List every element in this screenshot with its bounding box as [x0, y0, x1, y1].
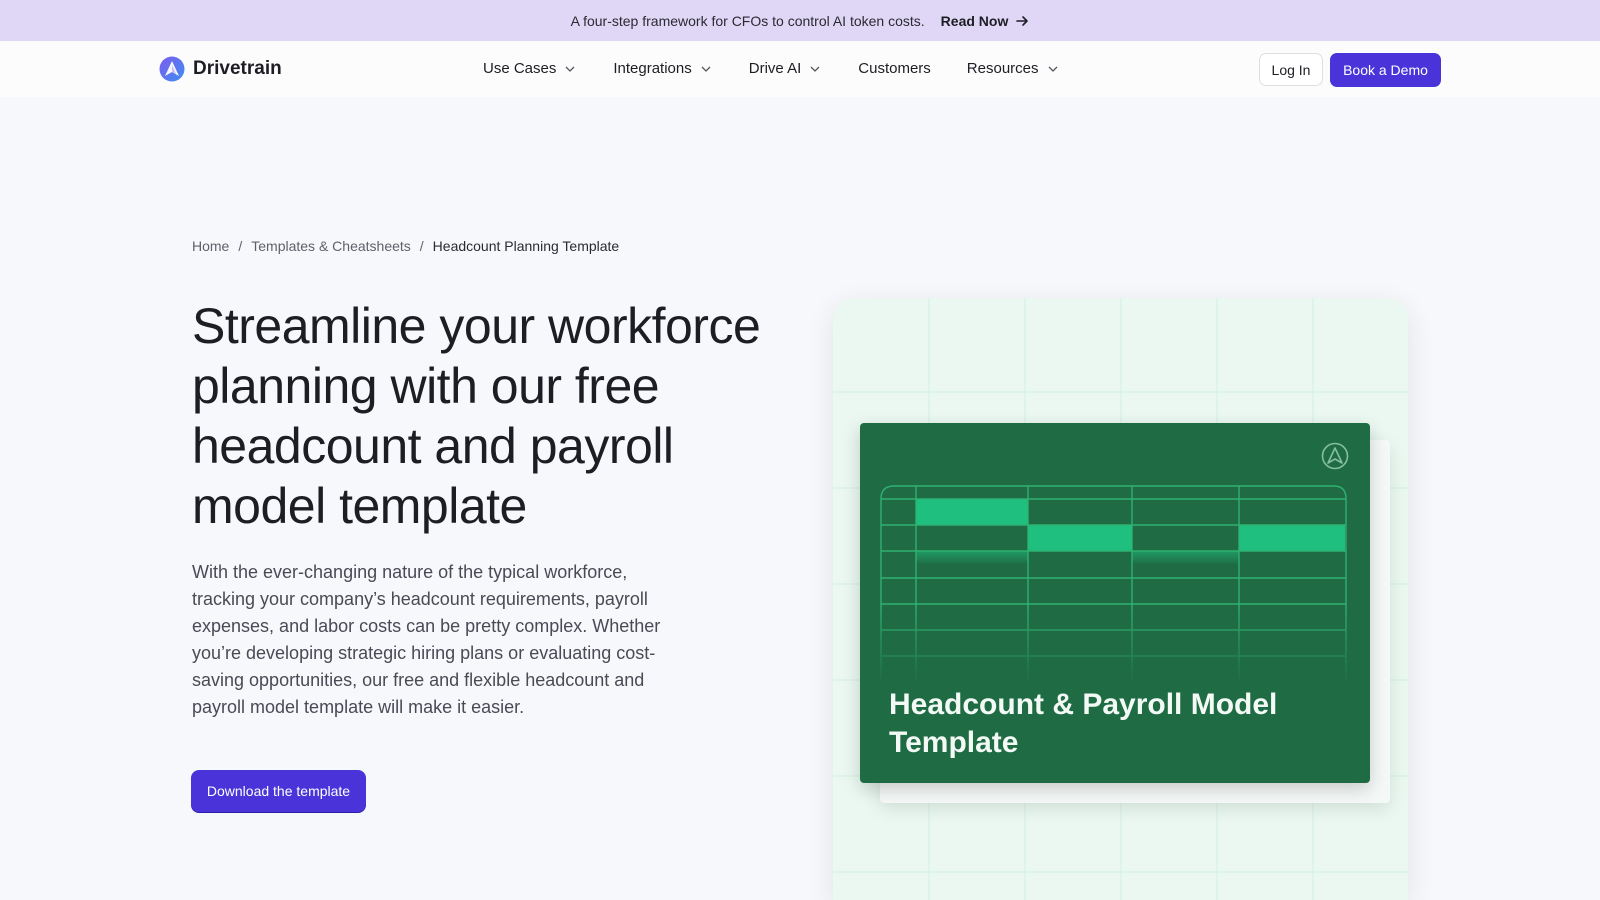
top-navigation: Drivetrain Use Cases Integrations Drive …	[0, 41, 1600, 97]
brand-name: Drivetrain	[193, 58, 282, 79]
arrow-right-icon	[1016, 15, 1029, 26]
login-button[interactable]: Log In	[1259, 53, 1323, 86]
page-title: Streamline your workforce planning with …	[192, 298, 761, 534]
breadcrumb-separator: /	[419, 238, 424, 254]
announcement-text: A four-step framework for CFOs to contro…	[570, 12, 925, 29]
menu-label: Resources	[966, 60, 1039, 77]
read-now-link[interactable]: Read Now	[941, 13, 1030, 29]
breadcrumb-templates[interactable]: Templates & Cheatsheets	[251, 238, 411, 254]
drivetrain-logo-icon	[1321, 442, 1349, 470]
main-menu: Use Cases Integrations Drive AI Customer…	[483, 60, 1058, 77]
download-template-button[interactable]: Download the template	[191, 770, 366, 812]
menu-use-cases[interactable]: Use Cases	[483, 60, 575, 77]
chevron-down-icon	[701, 66, 711, 72]
chevron-down-icon	[810, 66, 820, 72]
menu-integrations[interactable]: Integrations	[613, 60, 711, 77]
breadcrumb: Home / Templates & Cheatsheets / Headcou…	[192, 238, 619, 254]
brand-logo[interactable]: Drivetrain	[159, 56, 282, 82]
menu-customers[interactable]: Customers	[858, 60, 931, 77]
breadcrumb-home[interactable]: Home	[192, 238, 229, 254]
menu-label: Integrations	[613, 60, 692, 77]
menu-drive-ai[interactable]: Drive AI	[749, 60, 821, 77]
menu-label: Drive AI	[748, 60, 802, 77]
menu-resources[interactable]: Resources	[967, 60, 1058, 77]
template-preview-sheet: Headcount & Payroll Model Template	[860, 423, 1370, 783]
spreadsheet-graphic	[880, 485, 1348, 685]
template-preview-title: Headcount & Payroll Model Template	[889, 688, 1278, 759]
read-now-label: Read Now	[940, 12, 1009, 29]
chevron-down-icon	[565, 66, 575, 72]
menu-label: Customers	[858, 60, 931, 77]
announcement-bar: A four-step framework for CFOs to contro…	[0, 0, 1600, 41]
breadcrumb-separator: /	[238, 238, 243, 254]
menu-label: Use Cases	[483, 60, 557, 77]
book-demo-button[interactable]: Book a Demo	[1330, 53, 1441, 87]
hero-description: With the ever-changing nature of the typ…	[192, 562, 661, 717]
drivetrain-logo-icon	[159, 56, 185, 82]
chevron-down-icon	[1048, 66, 1057, 72]
breadcrumb-current: Headcount Planning Template	[432, 238, 620, 254]
